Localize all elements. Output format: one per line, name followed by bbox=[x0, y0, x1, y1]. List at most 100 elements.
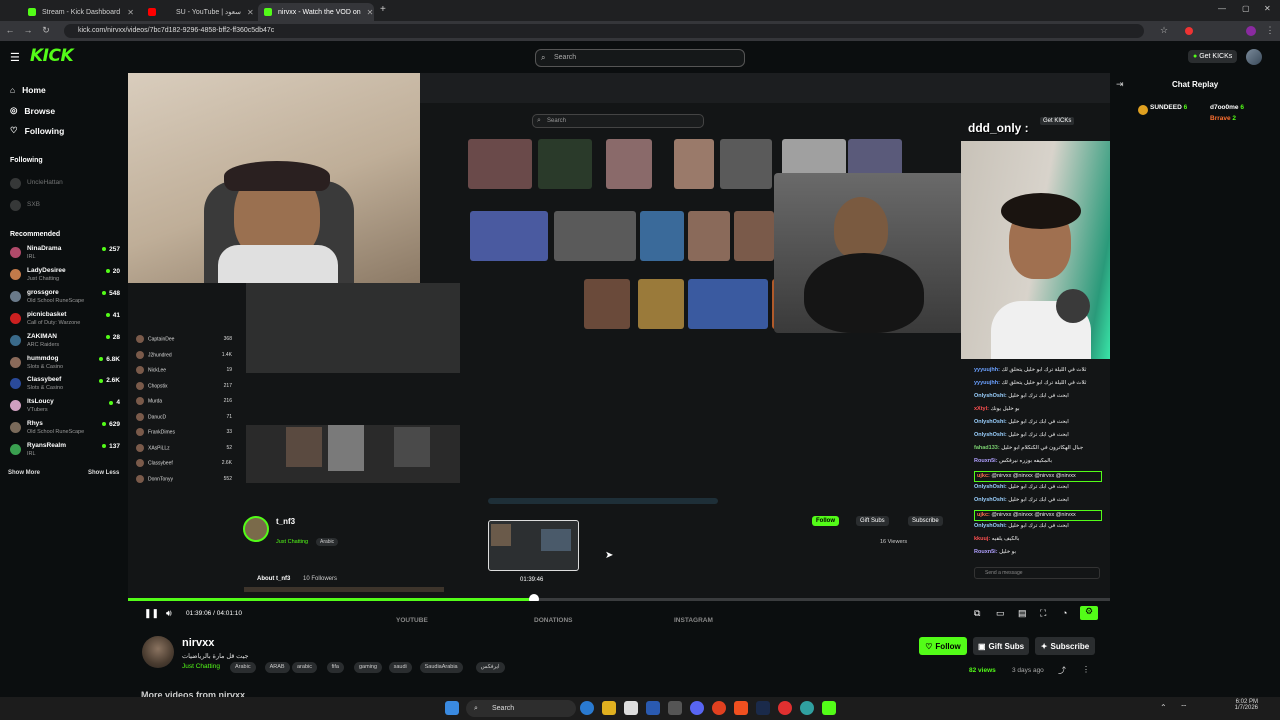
settings-gear-icon[interactable]: ⚙ bbox=[1080, 606, 1098, 620]
recommended-channel[interactable]: LadyDesiree Just Chatting 20 bbox=[10, 267, 122, 287]
chat-input[interactable]: Send a message bbox=[974, 567, 1100, 579]
close-tab-icon[interactable]: ✕ bbox=[247, 8, 254, 17]
browser-tab[interactable]: SU - YouTube | سعود ✕ bbox=[170, 3, 256, 21]
clip-icon[interactable]: ▤ bbox=[1018, 608, 1027, 619]
new-tab-button[interactable]: + bbox=[380, 4, 386, 15]
show-less-link[interactable]: Show Less bbox=[88, 470, 119, 476]
recommended-channel[interactable]: picnicbasket Call of Duty: Warzone 41 bbox=[10, 311, 122, 331]
app-icon[interactable] bbox=[778, 701, 792, 715]
tag-chip[interactable]: SaudiaArabia bbox=[419, 662, 463, 673]
file-explorer-icon[interactable] bbox=[602, 701, 616, 715]
back-icon[interactable]: ← bbox=[4, 25, 16, 35]
search-input[interactable]: ⌕ Search bbox=[535, 49, 745, 67]
recommended-channel[interactable]: ItsLoucy VTubers 4 bbox=[10, 398, 122, 418]
settings-icon[interactable] bbox=[668, 701, 682, 715]
recommended-channel[interactable]: NinaDrama IRL 257 bbox=[10, 245, 122, 265]
browser-tab[interactable]: Stream - Kick Dashboard ✕ bbox=[22, 3, 140, 21]
hamburger-menu-icon[interactable]: ☰ bbox=[10, 51, 20, 64]
subscribe-button[interactable]: ✦ Subscribe bbox=[1035, 637, 1095, 655]
tag-chip[interactable]: ARAB bbox=[264, 662, 290, 673]
forward-icon[interactable]: → bbox=[22, 25, 34, 35]
minimize-icon[interactable]: — bbox=[1218, 4, 1226, 13]
maximize-icon[interactable]: ▢ bbox=[1242, 4, 1250, 13]
user-avatar[interactable] bbox=[1246, 49, 1262, 65]
recommended-channel[interactable]: Classybeef Slots & Casino 2.6K bbox=[10, 376, 122, 396]
gift-subs-button[interactable]: ▣ Gift Subs bbox=[973, 637, 1029, 655]
search-icon: ⌕ bbox=[474, 705, 478, 712]
wifi-icon[interactable]: ⌔ bbox=[1180, 703, 1188, 713]
fullscreen-icon[interactable]: ⛶ bbox=[1040, 608, 1046, 619]
channel-avatar[interactable] bbox=[142, 636, 174, 668]
panel-tab-instagram[interactable]: INSTAGRAM bbox=[674, 617, 713, 624]
recommended-channel[interactable]: grossgore Old School RuneScape 548 bbox=[10, 289, 122, 309]
microphone bbox=[1056, 289, 1090, 323]
recommended-channel[interactable]: RyansRealm IRL 137 bbox=[10, 442, 122, 462]
volume-icon[interactable]: 🔊︎ bbox=[166, 608, 172, 619]
taskbar-search[interactable]: ⌕ Search bbox=[466, 700, 576, 717]
more-options-icon[interactable]: ⋮ bbox=[1082, 665, 1090, 674]
share-icon[interactable]: ⤴ bbox=[1058, 665, 1066, 676]
following-item[interactable]: SXB bbox=[10, 198, 122, 218]
tag-chip[interactable]: ايرفكس bbox=[475, 662, 505, 673]
outlook-icon[interactable] bbox=[646, 701, 660, 715]
tag-chip[interactable]: saudi bbox=[388, 662, 412, 673]
collapse-chat-icon[interactable]: ⇥ bbox=[1116, 79, 1124, 90]
kick-app-icon[interactable] bbox=[822, 701, 836, 715]
browser-menu-icon[interactable]: ⋮ bbox=[1264, 25, 1276, 36]
video-category[interactable]: Just Chatting bbox=[182, 663, 220, 670]
steam-icon[interactable] bbox=[756, 701, 770, 715]
tag-chip[interactable]: gaming bbox=[354, 662, 383, 673]
follow-button[interactable]: ♡ Follow bbox=[919, 637, 967, 655]
progress-handle[interactable] bbox=[528, 594, 539, 601]
video-title: جيت قل مارة بالرياضيات bbox=[182, 653, 249, 660]
recommended-channel[interactable]: Rhys Old School RuneScape 629 bbox=[10, 420, 122, 440]
taskbar-clock[interactable]: 6:02 PM 1/7/2026 bbox=[1218, 699, 1258, 711]
channel-name[interactable]: nirvxx bbox=[182, 637, 214, 649]
nav-following[interactable]: ♡ Following bbox=[10, 125, 64, 136]
browser-tab[interactable] bbox=[142, 3, 168, 21]
app-icon[interactable] bbox=[800, 701, 814, 715]
recommended-channel[interactable]: hummdog Slots & Casino 6.8K bbox=[10, 355, 122, 375]
tag-chip[interactable]: arabic bbox=[292, 662, 317, 673]
close-tab-icon[interactable]: ✕ bbox=[367, 8, 374, 17]
avatar bbox=[10, 290, 21, 302]
url-field[interactable]: kick.com/nirvxx/videos/7bc7d182-9296-485… bbox=[64, 24, 1144, 38]
guest-hair bbox=[1001, 193, 1081, 229]
brave-icon[interactable] bbox=[734, 701, 748, 715]
kick-logo[interactable]: KICK bbox=[30, 46, 74, 66]
edge-icon[interactable] bbox=[580, 701, 594, 715]
stream-thumbnail bbox=[720, 139, 772, 189]
panel-tab-donations[interactable]: DONATIONS bbox=[534, 617, 573, 624]
browser-tab-active[interactable]: nirvxx - Watch the VOD on ✕ bbox=[258, 3, 374, 21]
video-player[interactable]: ⌕ Search Get KICKs CaptainDee 368 J2hundre… bbox=[128, 73, 1110, 601]
tag-chip[interactable]: fifa bbox=[326, 662, 344, 673]
theater-mode-icon[interactable]: ▭ bbox=[996, 608, 1005, 619]
bookmark-star-icon[interactable]: ☆ bbox=[1158, 25, 1170, 36]
discord-icon[interactable] bbox=[690, 701, 704, 715]
speed-icon[interactable]: ◔ bbox=[1062, 608, 1067, 618]
close-window-icon[interactable]: ✕ bbox=[1264, 4, 1271, 13]
nav-label: Home bbox=[22, 85, 46, 95]
picture-in-picture-icon[interactable]: ⧉ bbox=[974, 608, 980, 619]
tag-chip[interactable]: Arabic bbox=[230, 662, 256, 673]
windows-start-icon[interactable] bbox=[445, 701, 459, 715]
panel-tab-youtube[interactable]: YOUTUBE bbox=[396, 617, 428, 624]
get-kicks-button[interactable]: ● Get KICKs bbox=[1188, 50, 1238, 63]
profile-avatar-icon[interactable] bbox=[1246, 26, 1256, 36]
streamer-category: Slots & Casino bbox=[27, 363, 64, 370]
stream-bio bbox=[244, 587, 444, 592]
nav-browse[interactable]: ◎ Browse bbox=[10, 105, 55, 116]
extension-icon[interactable] bbox=[1185, 27, 1193, 35]
tray-chevron-icon[interactable]: ⌃ bbox=[1160, 703, 1167, 712]
live-dot-icon bbox=[102, 422, 107, 427]
show-more-link[interactable]: Show More bbox=[8, 470, 40, 476]
reload-icon[interactable]: ↻ bbox=[40, 25, 52, 36]
nav-home[interactable]: ⌂ Home bbox=[10, 85, 46, 95]
store-icon[interactable] bbox=[624, 701, 638, 715]
recommended-channel[interactable]: ZAKIMAN ARC Raiders 28 bbox=[10, 333, 122, 353]
pause-icon[interactable]: ❚❚ bbox=[144, 608, 159, 619]
chrome-icon[interactable] bbox=[712, 701, 726, 715]
close-tab-icon[interactable]: ✕ bbox=[127, 8, 134, 17]
following-item[interactable]: UncleHattan bbox=[10, 176, 122, 196]
chat-message: kkuuj: بالكيف يلقيه bbox=[974, 536, 1102, 543]
